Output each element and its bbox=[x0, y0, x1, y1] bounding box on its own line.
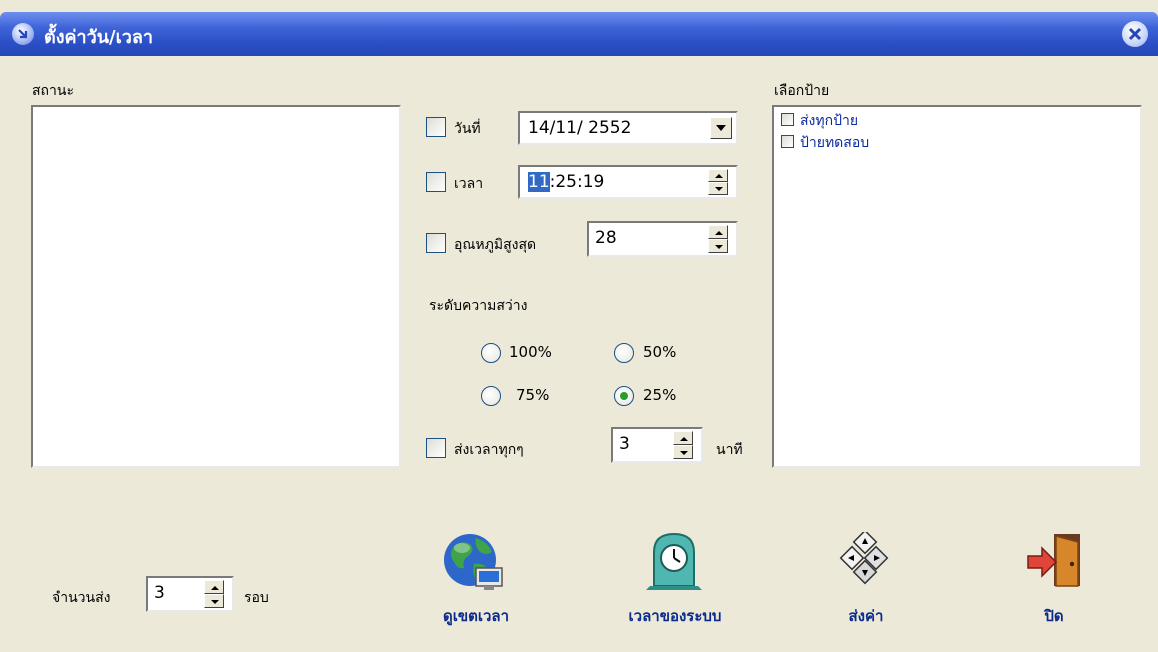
send-count-input[interactable]: 3 bbox=[146, 576, 234, 612]
send-count-label: จำนวนส่ง bbox=[52, 590, 111, 606]
brightness-option-100: 100% bbox=[509, 343, 552, 361]
brightness-radio-75[interactable] bbox=[481, 386, 501, 406]
date-picker[interactable]: 14/11/ 2552 bbox=[518, 111, 738, 145]
send-time-spin-up[interactable] bbox=[673, 431, 693, 445]
globe-icon bbox=[444, 534, 503, 590]
app-icon bbox=[12, 23, 34, 45]
sign-item-test[interactable]: ป้ายทดสอบ bbox=[800, 132, 869, 154]
time-label: เวลา bbox=[454, 176, 484, 192]
send-button[interactable]: ส่งค่า bbox=[836, 530, 896, 625]
brightness-label: ระดับความสว่าง bbox=[429, 298, 528, 314]
send-count-spin-down[interactable] bbox=[204, 594, 224, 608]
max-temp-label: อุณหภูมิสูงสุด bbox=[454, 237, 537, 253]
status-label: สถานะ bbox=[32, 83, 74, 99]
sign-list[interactable]: ส่งทุกป้าย ป้ายทดสอบ bbox=[772, 105, 1142, 468]
send-time-checkbox[interactable] bbox=[426, 438, 446, 458]
brightness-radio-100[interactable] bbox=[481, 343, 501, 363]
send-time-label: ส่งเวลาทุกๆ bbox=[454, 442, 524, 458]
system-time-button[interactable]: เวลาของระบบ bbox=[629, 530, 721, 625]
time-spin-down[interactable] bbox=[708, 182, 728, 195]
send-count-value: 3 bbox=[154, 583, 165, 603]
send-label: ส่งค่า bbox=[848, 607, 884, 625]
settings-window: ตั้งค่าวัน/เวลา สถานะ วันที่ 14/11/ 2552… bbox=[0, 0, 1158, 652]
max-temp-input[interactable]: 28 bbox=[587, 221, 738, 257]
date-dropdown-button[interactable] bbox=[710, 117, 732, 139]
brightness-option-25: 25% bbox=[643, 386, 677, 404]
time-checkbox[interactable] bbox=[426, 172, 446, 192]
title-bar[interactable]: ตั้งค่าวัน/เวลา bbox=[0, 12, 1158, 56]
send-time-value: 3 bbox=[619, 434, 630, 454]
close-icon[interactable] bbox=[1122, 21, 1148, 47]
sign-item-all[interactable]: ส่งทุกป้าย bbox=[800, 110, 858, 132]
close-button[interactable]: ปิด bbox=[1024, 530, 1084, 625]
sign-select-label: เลือกป้าย bbox=[774, 83, 830, 99]
world-time-label: ดูเขตเวลา bbox=[442, 607, 510, 625]
brightness-option-75: 75% bbox=[516, 386, 550, 404]
sign-item-checkbox-test[interactable] bbox=[781, 135, 794, 148]
send-time-spinner[interactable] bbox=[673, 431, 693, 459]
world-time-button[interactable]: ดูเขตเวลา bbox=[436, 530, 516, 625]
time-input[interactable]: 11:25:19 bbox=[518, 165, 738, 199]
send-count-spinner[interactable] bbox=[204, 580, 224, 608]
brightness-radio-50[interactable] bbox=[614, 343, 634, 363]
send-time-input[interactable]: 3 bbox=[611, 427, 703, 463]
close-label: ปิด bbox=[1044, 607, 1064, 625]
time-spinner[interactable] bbox=[708, 169, 728, 195]
send-time-spin-down[interactable] bbox=[673, 445, 693, 459]
max-temp-checkbox[interactable] bbox=[426, 233, 446, 253]
clock-icon bbox=[646, 532, 702, 590]
time-value: 11:25:19 bbox=[528, 172, 605, 192]
sign-item-checkbox-all[interactable] bbox=[781, 113, 794, 126]
window-title: ตั้งค่าวัน/เวลา bbox=[44, 27, 154, 48]
date-value: 14/11/ 2552 bbox=[528, 118, 632, 138]
arrow-keys-icon bbox=[839, 532, 889, 585]
brightness-radio-25[interactable] bbox=[614, 386, 634, 406]
brightness-option-50: 50% bbox=[643, 343, 677, 361]
date-label: วันที่ bbox=[454, 121, 481, 137]
status-box[interactable] bbox=[31, 105, 401, 468]
send-time-unit: นาที bbox=[716, 442, 743, 458]
exit-door-icon bbox=[1027, 534, 1080, 587]
max-temp-spinner[interactable] bbox=[708, 225, 728, 253]
max-temp-spin-up[interactable] bbox=[708, 225, 728, 239]
date-checkbox[interactable] bbox=[426, 117, 446, 137]
time-spin-up[interactable] bbox=[708, 169, 728, 182]
system-time-label: เวลาของระบบ bbox=[628, 607, 722, 625]
max-temp-spin-down[interactable] bbox=[708, 239, 728, 253]
send-count-spin-up[interactable] bbox=[204, 580, 224, 594]
send-count-unit: รอบ bbox=[244, 590, 269, 606]
max-temp-value: 28 bbox=[595, 228, 617, 248]
